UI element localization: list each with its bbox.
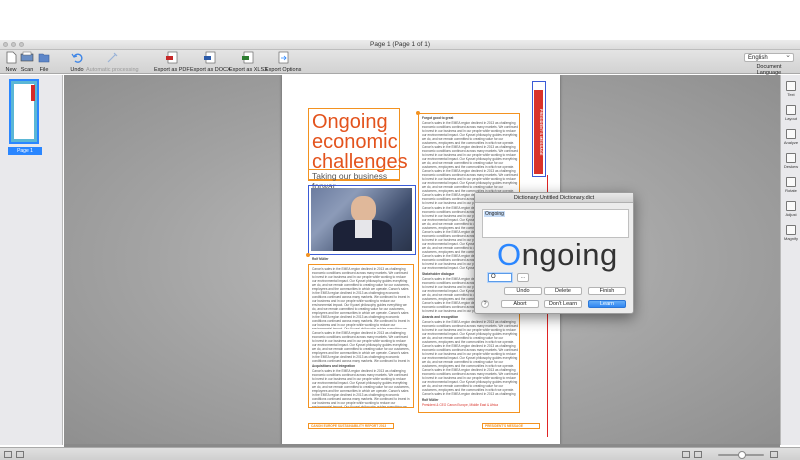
pdf-icon (165, 51, 178, 64)
dont-learn-button[interactable]: Don't Learn (544, 300, 582, 308)
dictionary-dialog: Dictionary:Untitled Dictionary.dict Ongo… (474, 192, 634, 314)
main-toolbar: New Scan File Undo Automatic processing … (0, 50, 800, 76)
zoom-slider[interactable] (718, 451, 764, 459)
footer-right: PRESIDENT'S MESSAGE (485, 424, 523, 428)
magic-wand-icon (107, 52, 118, 63)
export-pdf-button[interactable]: Export as PDF (154, 51, 190, 73)
undo-dialog-button[interactable]: Undo (504, 287, 542, 295)
rotate-tool[interactable]: Rotate (782, 177, 800, 193)
subtitle-region[interactable]: Taking our business forwar (308, 169, 400, 191)
new-button[interactable]: New (4, 51, 18, 73)
photo-region[interactable] (308, 185, 416, 255)
two-page-icon[interactable] (694, 451, 702, 458)
current-glyph: O (497, 237, 522, 272)
left-paragraph-2: Canon's sales in the EMEA region decline… (312, 331, 410, 363)
footer-left-region[interactable]: CANON EUROPE SUSTAINABILITY REPORT 2013 (308, 423, 394, 429)
deskew-tool[interactable]: Deskew (782, 153, 800, 169)
abort-button[interactable]: Abort (501, 300, 539, 308)
docx-icon (204, 51, 216, 64)
language-dropdown[interactable]: English (744, 52, 794, 62)
export-xlsx-button[interactable]: Export as XLSX (229, 51, 268, 73)
signature-name: Rolf Müller (422, 398, 439, 402)
region-marker (416, 111, 420, 115)
dialog-title: Dictionary:Untitled Dictionary.dict (475, 193, 633, 203)
recognized-word: Ongoing (497, 237, 618, 273)
rotate-tool-icon (786, 177, 796, 187)
left-column-region[interactable]: Canon's sales in the EMEA region decline… (308, 264, 414, 408)
section-ribbon: PRESIDENT'S MESSAGE (534, 90, 543, 174)
scanner-icon (20, 51, 34, 62)
learn-button[interactable]: Learn (588, 300, 626, 308)
zoom-in-icon[interactable] (770, 451, 778, 458)
zoom-slider-knob[interactable] (738, 451, 746, 459)
undo-icon (71, 53, 83, 63)
export-options-icon (278, 51, 289, 64)
sidebar-toggle-icon[interactable] (16, 451, 24, 458)
deskew-tool-icon (786, 153, 796, 163)
remaining-glyphs: ngoing (521, 237, 618, 272)
new-document-icon (6, 51, 17, 64)
crop-word: Ongoing (484, 211, 505, 217)
right-heading: Forgot good to great (422, 116, 454, 120)
photo-caption: Rolf Müller (312, 257, 329, 261)
page-thumbnail[interactable] (9, 79, 39, 144)
title-line-2: economic (312, 131, 398, 153)
layout-tool-icon (786, 105, 796, 115)
language-selector[interactable]: English Document Language (744, 52, 794, 76)
export-docx-button[interactable]: Export as DOCX (190, 51, 231, 73)
single-page-icon[interactable] (682, 451, 690, 458)
undo-button[interactable]: Undo (70, 51, 84, 73)
magnify-tool[interactable]: Magnify (782, 225, 800, 241)
ribbon-region[interactable]: PRESIDENT'S MESSAGE (532, 81, 546, 177)
automatic-processing-button[interactable]: Automatic processing (86, 51, 139, 73)
layout-tool[interactable]: Layout (782, 105, 800, 121)
adjust-tool[interactable]: Adjust (782, 201, 800, 217)
finish-button[interactable]: Finish (588, 287, 626, 295)
scan-button[interactable]: Scan (20, 51, 34, 73)
footer-left: CANON EUROPE SUSTAINABILITY REPORT 2013 (311, 424, 387, 428)
magnify-tool-icon (786, 225, 796, 235)
region-marker (306, 253, 310, 257)
page-thumbnail-label: Page 1 (8, 147, 42, 155)
file-button[interactable]: File (37, 51, 51, 73)
window-title: Page 1 (Page 1 of 1) (370, 41, 430, 48)
thumbnail-panel: Page 1 (0, 75, 63, 445)
portrait-photo (311, 188, 412, 251)
right-heading-2: Stakeholder dialogue (422, 272, 455, 276)
footer-right-region[interactable]: PRESIDENT'S MESSAGE (482, 423, 540, 429)
signature-title: President & CEO Canon Europe, Middle Eas… (422, 403, 499, 407)
tools-panel: Text Layout Analyze Deskew Rotate Adjust… (780, 75, 800, 445)
export-options-button[interactable]: Export Options (265, 51, 301, 73)
status-bar (0, 447, 800, 460)
delete-button[interactable]: Delete (544, 287, 582, 295)
more-button[interactable]: ... (517, 273, 529, 282)
glyph-input[interactable]: O (488, 273, 512, 282)
text-tool-icon (786, 81, 796, 91)
analyze-tool-icon (786, 129, 796, 139)
document-canvas[interactable]: Ongoing economic challenges Taking our b… (64, 75, 780, 445)
adjust-tool-icon (786, 201, 796, 211)
help-button[interactable]: ? (481, 300, 489, 308)
analyze-tool[interactable]: Analyze (782, 129, 800, 145)
left-paragraph-3: Canon's sales in the EMEA region decline… (312, 369, 410, 407)
left-heading: Acquisitions and integration (312, 364, 356, 368)
file-icon (38, 53, 50, 63)
word-crop-preview: Ongoing (482, 209, 629, 238)
xlsx-icon (242, 51, 254, 64)
left-paragraph-1: Canon's sales in the EMEA region decline… (312, 267, 410, 329)
right-paragraph-4: Canon's sales in the EMEA region decline… (422, 320, 518, 396)
title-line-1: Ongoing (312, 111, 388, 133)
text-tool[interactable]: Text (782, 81, 800, 97)
right-heading-3: Awards and recognition (422, 315, 459, 319)
list-view-icon[interactable] (4, 451, 12, 458)
window-titlebar: Page 1 (Page 1 of 1) (0, 40, 800, 50)
